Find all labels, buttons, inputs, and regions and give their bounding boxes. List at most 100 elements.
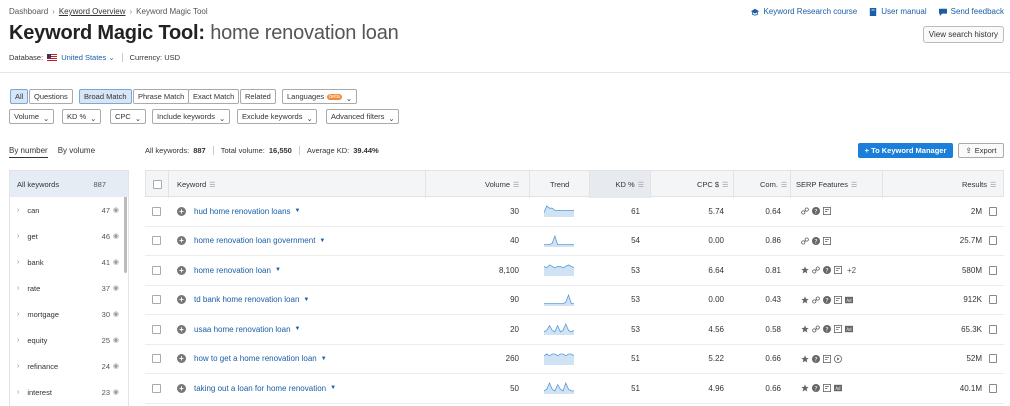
manual-link[interactable]: User manual: [869, 7, 927, 16]
course-link[interactable]: Keyword Research course: [751, 7, 857, 16]
breadcrumb-dashboard[interactable]: Dashboard: [9, 7, 48, 16]
serp-snapshot-icon[interactable]: [989, 354, 997, 364]
include-keywords-filter[interactable]: Include keywords ⌄: [152, 109, 230, 124]
sidebar-item-count: 47: [101, 205, 110, 215]
keyword-link[interactable]: taking out a loan for home renovation ▼: [194, 384, 336, 393]
sidebar-item[interactable]: › get 46 ◉: [10, 223, 128, 249]
caret-down-icon[interactable]: ▼: [319, 238, 325, 244]
keyword-link[interactable]: home renovation loan ▼: [194, 266, 281, 275]
add-to-list-icon[interactable]: +: [177, 354, 186, 364]
sidebar-item[interactable]: › equity 25 ◉: [10, 327, 128, 353]
keyword-link[interactable]: hud home renovation loans ▼: [194, 207, 300, 216]
to-keyword-manager-button[interactable]: + To Keyword Manager: [858, 143, 953, 158]
row-checkbox[interactable]: [152, 383, 161, 393]
eye-icon[interactable]: ◉: [113, 310, 119, 318]
col-serp[interactable]: SERP Features ☰: [796, 171, 857, 198]
exclude-keywords-filter[interactable]: Exclude keywords ⌄: [237, 109, 318, 124]
results-value: 40.1M: [959, 383, 982, 393]
serp-snapshot-cell: [985, 256, 997, 285]
volume-filter[interactable]: Volume ⌄: [9, 109, 55, 124]
caret-down-icon[interactable]: ▼: [295, 208, 301, 214]
serp-snapshot-icon[interactable]: [989, 265, 997, 275]
filter-related[interactable]: Related: [240, 89, 276, 104]
add-to-list-icon[interactable]: +: [177, 265, 186, 275]
serp-more-count[interactable]: +2: [847, 266, 856, 275]
ad-icon: Ad: [834, 384, 842, 392]
col-results[interactable]: Results ☰: [962, 171, 996, 198]
reviews-icon: [823, 384, 831, 393]
eye-icon[interactable]: ◉: [113, 336, 119, 344]
tab-by-number[interactable]: By number: [9, 146, 48, 158]
sidebar-item[interactable]: › interest 23 ◉: [10, 379, 128, 405]
select-all-checkbox[interactable]: [153, 180, 162, 189]
kd-filter[interactable]: KD % ⌄: [62, 109, 102, 124]
col-keyword[interactable]: Keyword ☰: [177, 171, 215, 198]
tab-by-volume[interactable]: By volume: [58, 146, 95, 158]
sidebar-item[interactable]: › can 47 ◉: [10, 197, 128, 223]
svg-text:Ad: Ad: [846, 327, 852, 332]
results-value: 65.3K: [961, 324, 982, 334]
database-select[interactable]: United States ⌄: [61, 53, 114, 62]
add-to-list-icon[interactable]: +: [177, 236, 186, 246]
row-checkbox[interactable]: [152, 236, 161, 246]
col-com[interactable]: Com. ☰: [760, 171, 787, 198]
sidebar-item[interactable]: › mortgage 30 ◉: [10, 301, 128, 327]
caret-down-icon[interactable]: ▼: [321, 356, 327, 362]
add-to-list-icon[interactable]: +: [177, 295, 186, 305]
eye-icon[interactable]: ◉: [113, 388, 119, 396]
keyword-link[interactable]: how to get a home renovation loan ▼: [194, 354, 327, 363]
cpc-filter[interactable]: CPC ⌄: [110, 109, 146, 124]
eye-icon[interactable]: ◉: [113, 284, 119, 292]
caret-down-icon[interactable]: ▼: [303, 297, 309, 303]
add-to-list-icon[interactable]: +: [177, 206, 186, 216]
advanced-filters[interactable]: Advanced filters ⌄: [326, 109, 400, 124]
serp-snapshot-icon[interactable]: [989, 383, 997, 393]
row-checkbox[interactable]: [152, 354, 161, 364]
database-line: Database: United States ⌄ Currency: USD: [9, 53, 180, 62]
featured-snippet-star-icon: [801, 296, 809, 304]
col-kd[interactable]: KD % ☰: [590, 171, 650, 198]
caret-down-icon[interactable]: ▼: [295, 326, 301, 332]
feedback-link[interactable]: Send feedback: [938, 7, 1004, 16]
keyword-link[interactable]: usaa home renovation loan ▼: [194, 325, 300, 334]
sidebar-item[interactable]: All keywords 887: [10, 171, 128, 197]
view-search-history-button[interactable]: View search history: [922, 26, 1004, 43]
export-button[interactable]: ⇪ Export: [958, 143, 1004, 158]
serp-snapshot-icon[interactable]: [989, 236, 997, 246]
question-icon: ?: [812, 354, 820, 363]
sidebar-item[interactable]: › bank 41 ◉: [10, 249, 128, 275]
include-keywords-label: Include keywords: [157, 112, 215, 121]
filter-broad-match[interactable]: Broad Match: [79, 89, 132, 104]
languages-dropdown[interactable]: Languages beta ⌄: [282, 89, 357, 104]
filter-all[interactable]: All: [10, 89, 29, 104]
eye-icon[interactable]: ◉: [113, 258, 119, 266]
filter-questions[interactable]: Questions: [29, 89, 73, 104]
col-volume[interactable]: Volume ☰: [485, 171, 519, 198]
caret-down-icon[interactable]: ▼: [275, 267, 281, 273]
add-to-list-icon[interactable]: +: [177, 383, 186, 393]
eye-icon[interactable]: ◉: [113, 232, 119, 240]
sidebar-item[interactable]: › rate 37 ◉: [10, 275, 128, 301]
keyword-link[interactable]: td bank home renovation loan ▼: [194, 295, 309, 304]
row-checkbox[interactable]: [152, 324, 161, 334]
filter-phrase-match[interactable]: Phrase Match: [133, 89, 190, 104]
breadcrumb-keyword-overview[interactable]: Keyword Overview: [59, 7, 126, 16]
sidebar-item[interactable]: › refinance 24 ◉: [10, 353, 128, 379]
row-checkbox[interactable]: [152, 265, 161, 275]
keyword-text: hud home renovation loans: [194, 206, 291, 216]
filter-exact-match[interactable]: Exact Match: [188, 89, 240, 104]
row-checkbox[interactable]: [152, 295, 161, 305]
serp-snapshot-icon[interactable]: [989, 295, 997, 305]
beta-badge: beta: [327, 93, 342, 100]
row-checkbox[interactable]: [152, 206, 161, 216]
col-cpc[interactable]: CPC $ ☰: [697, 171, 728, 198]
keyword-link[interactable]: home renovation loan government ▼: [194, 236, 325, 245]
add-to-list-icon[interactable]: +: [177, 324, 186, 334]
trend-cell: [544, 315, 574, 344]
eye-icon[interactable]: ◉: [113, 362, 119, 370]
caret-down-icon[interactable]: ▼: [330, 385, 336, 391]
serp-snapshot-icon[interactable]: [989, 206, 997, 216]
serp-snapshot-icon[interactable]: [989, 324, 997, 334]
eye-icon[interactable]: ◉: [113, 206, 119, 214]
keyword-cell: home renovation loan government ▼: [194, 227, 325, 256]
